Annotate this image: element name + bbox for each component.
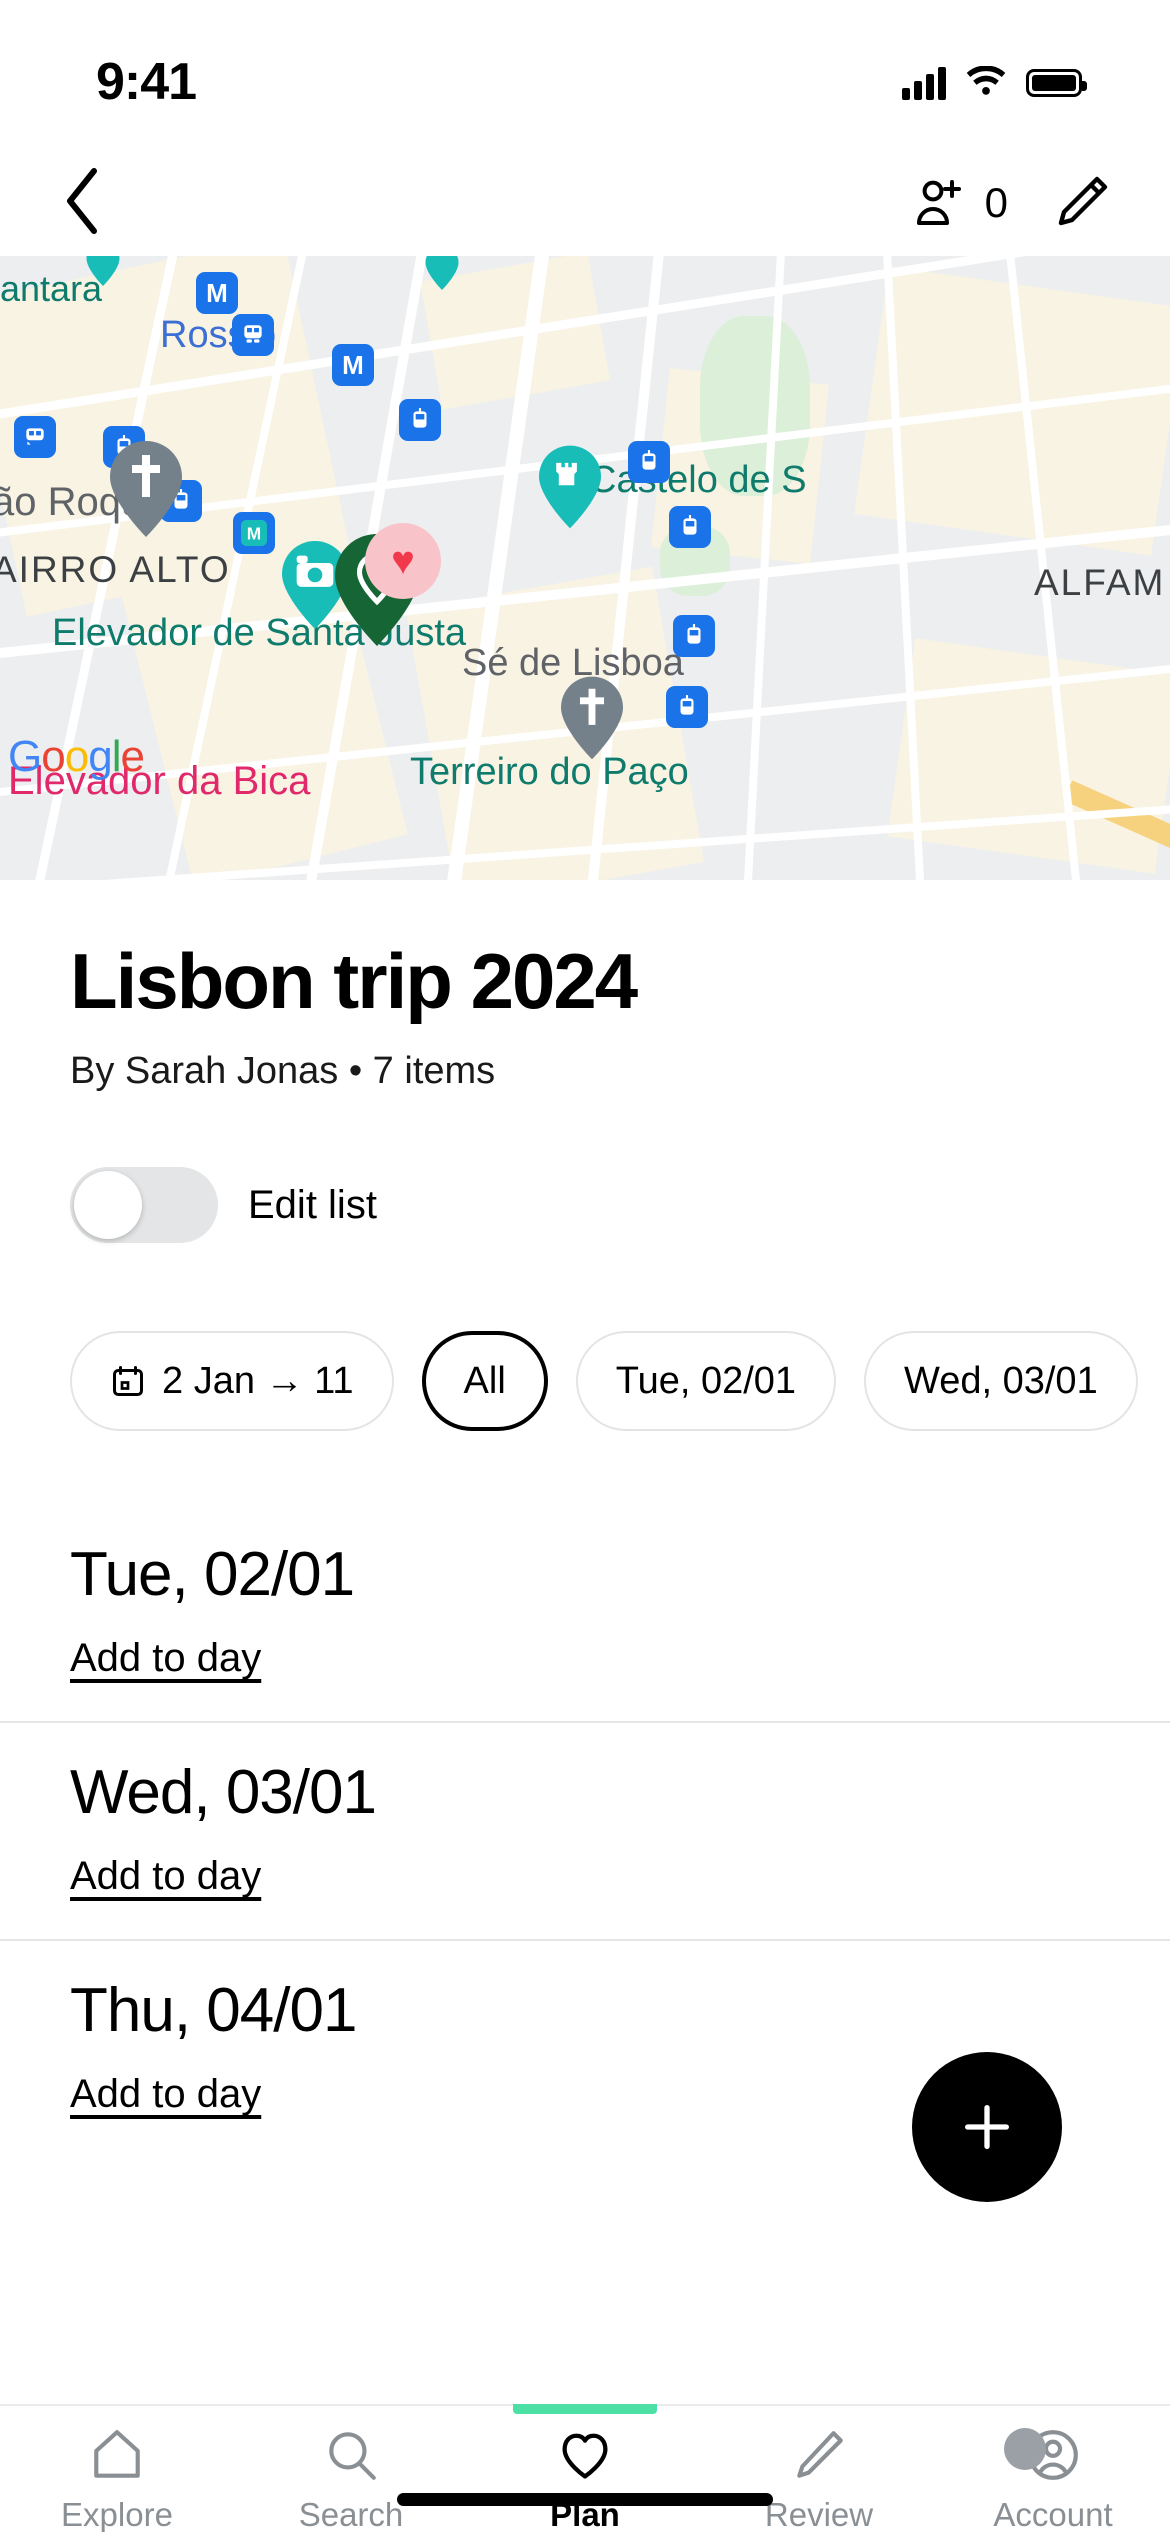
toggle-knob xyxy=(74,1171,142,1239)
active-tab-indicator xyxy=(513,2404,657,2414)
tab-explore[interactable]: Explore xyxy=(0,2424,234,2532)
map-label: Terreiro do Paço xyxy=(410,751,689,793)
train-icon xyxy=(232,314,274,356)
tab-label: Search xyxy=(298,2496,404,2532)
map-preview[interactable]: antara Rossio ão Roque AIRRO ALTO Elevad… xyxy=(0,256,1170,880)
battery-icon xyxy=(1026,69,1087,97)
person-add-icon xyxy=(916,180,961,225)
tram-icon xyxy=(399,399,441,441)
edit-list-button[interactable] xyxy=(1054,172,1112,235)
nav-actions: 0 xyxy=(911,172,1112,235)
tab-plan[interactable]: Plan xyxy=(468,2404,702,2532)
map-teal-marker xyxy=(86,256,120,286)
calendar-icon xyxy=(113,1366,143,1396)
date-range-chip[interactable]: 2 Jan → 11 xyxy=(70,1331,394,1431)
tab-label: Account xyxy=(993,2496,1113,2532)
app-screen: 9:41 0 antara Rossio ão Roque AIRRO ALTO… xyxy=(0,0,1170,2532)
list-details: Lisbon trip 2024 By Sarah Jonas • 7 item… xyxy=(0,880,1170,2157)
map-label: Castelo de S xyxy=(589,459,807,501)
tram-icon xyxy=(628,441,670,483)
back-button[interactable] xyxy=(60,165,104,242)
tram-icon xyxy=(666,686,708,728)
filter-chip-label: All xyxy=(463,1359,506,1402)
metro-icon: M xyxy=(196,272,238,314)
tab-bar: Explore Search Plan Review Account xyxy=(0,2404,1170,2532)
account-avatar-icon xyxy=(1004,2424,1082,2486)
filter-chip-day-2[interactable]: Wed, 03/01 xyxy=(864,1331,1138,1431)
day-title: Tue, 02/01 xyxy=(70,1540,355,1609)
heart-icon xyxy=(555,2424,615,2486)
day-title: Thu, 04/01 xyxy=(70,1976,357,2045)
metro-icon: M xyxy=(332,344,374,386)
day-section: Wed, 03/01 Add to day xyxy=(0,1721,1170,1939)
add-to-day-link[interactable]: Add to day xyxy=(70,1854,261,1899)
pencil-icon xyxy=(1058,176,1108,225)
page-title: Lisbon trip 2024 xyxy=(70,937,638,1025)
tab-account[interactable]: Account xyxy=(936,2424,1170,2532)
bottom-navigation: Explore Search Plan Review Account xyxy=(0,2302,1170,2532)
metro-icon: M xyxy=(233,512,275,554)
day-section: Tue, 02/01 Add to day xyxy=(0,1505,1170,1721)
status-time: 9:41 xyxy=(96,53,197,111)
navigation-bar: 0 xyxy=(0,150,1170,256)
add-item-fab[interactable] xyxy=(912,2052,1062,2202)
edit-list-toggle[interactable] xyxy=(70,1167,218,1243)
edit-list-toggle-label: Edit list xyxy=(248,1182,377,1227)
map-label: ALFAM xyxy=(1034,562,1166,603)
tram-icon xyxy=(673,615,715,657)
pencil-icon xyxy=(790,2424,848,2486)
train-icon xyxy=(14,416,56,458)
tab-label: Explore xyxy=(61,2496,173,2532)
map-label: AIRRO ALTO xyxy=(0,549,231,590)
plus-icon xyxy=(965,2105,1009,2149)
add-to-day-link[interactable]: Add to day xyxy=(70,2072,261,2117)
filter-chips-row[interactable]: 2 Jan → 11 All Tue, 02/01 Wed, 03/01 xyxy=(70,1331,1170,1431)
edit-list-toggle-row: Edit list xyxy=(70,1167,1170,1243)
tram-icon xyxy=(669,506,711,548)
status-indicators xyxy=(902,50,1087,100)
map-teal-marker xyxy=(425,256,459,290)
castle-pin[interactable] xyxy=(539,445,601,529)
avatar-badge xyxy=(1004,2428,1046,2470)
svg-text:M: M xyxy=(247,524,261,544)
date-range-chip-label: 2 Jan → 11 xyxy=(162,1359,354,1402)
church-pin[interactable] xyxy=(110,441,182,537)
wifi-icon xyxy=(966,66,1006,95)
google-logo: Google xyxy=(8,732,145,781)
list-meta: By Sarah Jonas • 7 items xyxy=(70,1050,496,1092)
filter-chip-label: Tue, 02/01 xyxy=(615,1359,797,1402)
tab-review[interactable]: Review xyxy=(702,2424,936,2532)
favourite-heart-pin[interactable]: ♥ xyxy=(365,523,441,599)
tab-search[interactable]: Search xyxy=(234,2424,468,2532)
search-icon xyxy=(322,2424,380,2486)
status-bar: 9:41 xyxy=(0,0,1170,150)
tab-label: Review xyxy=(764,2496,874,2532)
collaborator-count: 0 xyxy=(984,179,1008,226)
church-pin-se[interactable] xyxy=(561,676,623,760)
chevron-left-icon xyxy=(67,167,97,234)
day-title: Wed, 03/01 xyxy=(70,1758,377,1827)
collaborators-button[interactable]: 0 xyxy=(911,175,1008,231)
heart-icon: ♥ xyxy=(391,539,415,583)
cellular-signal-icon xyxy=(902,66,946,100)
add-to-day-link[interactable]: Add to day xyxy=(70,1636,261,1681)
home-icon xyxy=(88,2424,146,2486)
home-indicator xyxy=(397,2493,773,2506)
filter-chip-all[interactable]: All xyxy=(421,1331,548,1431)
filter-chip-day-1[interactable]: Tue, 02/01 xyxy=(575,1331,837,1431)
filter-chip-label: Wed, 03/01 xyxy=(904,1359,1098,1402)
